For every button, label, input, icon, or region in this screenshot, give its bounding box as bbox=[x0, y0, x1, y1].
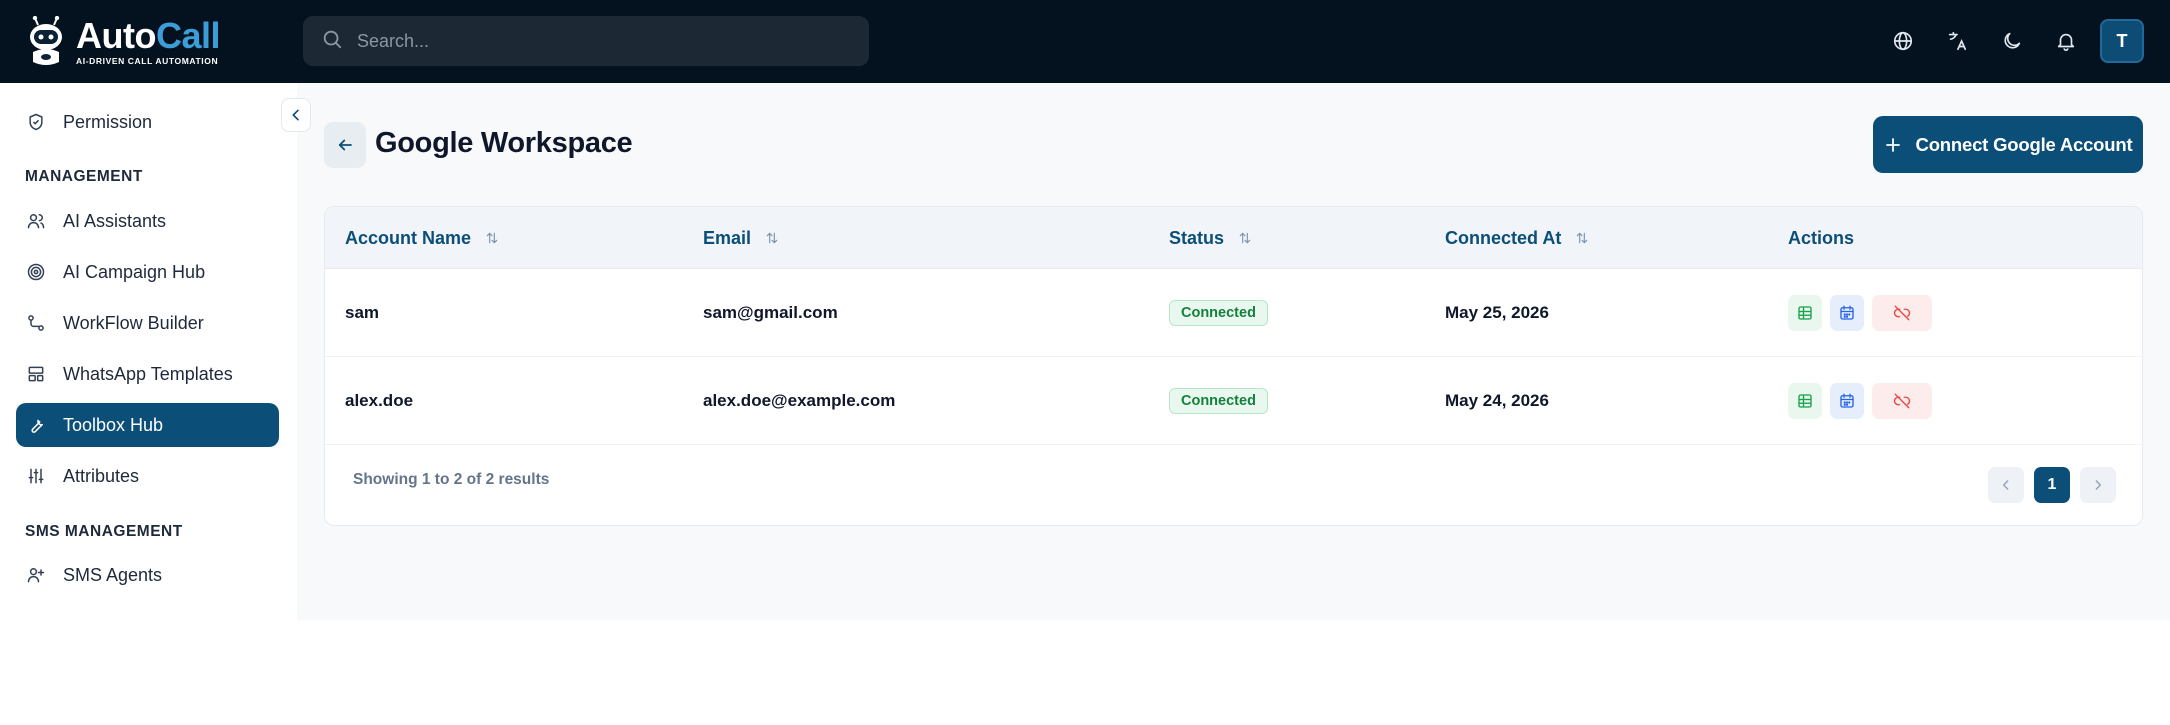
sort-icon bbox=[1239, 232, 1251, 244]
section-heading-sms-management: SMS MANAGEMENT bbox=[25, 523, 183, 540]
column-header-actions: Actions bbox=[1788, 227, 1855, 248]
email-cell: alex.doe@example.com bbox=[703, 391, 896, 410]
sidebar-item-label: Toolbox Hub bbox=[63, 414, 164, 435]
connect-google-account-button[interactable]: Connect Google Account bbox=[1873, 116, 2143, 173]
top-bar: AutoCall AI-DRIVEN CALL AUTOMATION T bbox=[0, 0, 2170, 83]
layout-icon bbox=[28, 366, 44, 382]
sidebar-item-sms-agents[interactable]: SMS Agents bbox=[16, 553, 279, 597]
chevron-left-icon bbox=[2002, 480, 2009, 490]
sidebar-collapse-button[interactable] bbox=[281, 98, 311, 132]
disconnect-button[interactable] bbox=[1872, 383, 1932, 419]
target-icon bbox=[27, 263, 45, 281]
sheets-icon bbox=[1798, 306, 1812, 320]
shield-check-icon bbox=[29, 113, 43, 131]
status-cell: Connected bbox=[1169, 269, 1268, 357]
user-avatar[interactable]: T bbox=[2100, 19, 2144, 63]
chevron-left-icon bbox=[292, 109, 299, 121]
open-sheets-button[interactable] bbox=[1788, 383, 1822, 419]
sidebar-item-label: SMS Agents bbox=[63, 564, 163, 585]
brand-name-part2: Call bbox=[155, 15, 221, 56]
sidebar-item-workflow-builder[interactable]: WorkFlow Builder bbox=[16, 301, 279, 345]
calendar-icon bbox=[1840, 305, 1854, 320]
translate-icon[interactable] bbox=[1942, 26, 1972, 56]
sidebar-item-ai-campaign-hub[interactable]: AI Campaign Hub bbox=[16, 250, 279, 294]
sort-icon bbox=[486, 232, 498, 244]
status-badge: Connected bbox=[1169, 388, 1268, 414]
sidebar-item-permission[interactable]: Permission bbox=[16, 100, 279, 144]
unlink-icon bbox=[1893, 393, 1911, 409]
sidebar-item-attributes[interactable]: Attributes bbox=[16, 454, 279, 498]
back-button[interactable] bbox=[324, 122, 366, 168]
brand-tagline: AI-DRIVEN CALL AUTOMATION bbox=[76, 56, 219, 66]
sidebar-item-label: Permission bbox=[63, 111, 153, 132]
moon-icon[interactable] bbox=[1997, 26, 2027, 56]
unlink-icon bbox=[1893, 305, 1911, 321]
app-logo[interactable]: AutoCall AI-DRIVEN CALL AUTOMATION bbox=[24, 12, 221, 72]
open-calendar-button[interactable] bbox=[1830, 295, 1864, 331]
chevron-right-icon bbox=[2095, 480, 2102, 490]
brand-name-part1: Auto bbox=[76, 15, 156, 56]
bell-icon[interactable] bbox=[2051, 26, 2081, 56]
calendar-icon bbox=[1840, 393, 1854, 408]
accounts-table-card: Account Name Email Status Connected At A… bbox=[324, 206, 2143, 526]
column-header-status[interactable]: Status bbox=[1169, 207, 1252, 269]
connected-at-cell: May 24, 2026 bbox=[1445, 391, 1549, 410]
email-cell: sam@gmail.com bbox=[703, 303, 838, 322]
disconnect-button[interactable] bbox=[1872, 295, 1932, 331]
sidebar-item-label: AI Campaign Hub bbox=[63, 261, 206, 282]
sidebar-item-label: Attributes bbox=[63, 465, 140, 486]
sidebar: Permission MANAGEMENT AI Assistants AI C… bbox=[0, 83, 297, 620]
column-header-connected-at[interactable]: Connected At bbox=[1445, 207, 1589, 269]
column-header-account-name[interactable]: Account Name bbox=[345, 207, 499, 269]
sort-icon bbox=[766, 232, 778, 244]
user-plus-icon bbox=[27, 568, 45, 583]
robot-mascot-icon bbox=[24, 15, 68, 68]
section-heading-management: MANAGEMENT bbox=[25, 168, 143, 185]
next-page-button[interactable] bbox=[2080, 467, 2116, 503]
wrench-icon bbox=[31, 419, 43, 433]
search-bar[interactable] bbox=[303, 16, 869, 66]
page-number-button[interactable]: 1 bbox=[2034, 467, 2070, 503]
connected-at-cell: May 25, 2026 bbox=[1445, 303, 1549, 322]
page-title: Google Workspace bbox=[375, 127, 633, 159]
status-badge: Connected bbox=[1169, 300, 1268, 326]
sliders-icon bbox=[28, 468, 44, 484]
connect-button-label: Connect Google Account bbox=[1915, 133, 2133, 155]
account-name-cell: alex.doe bbox=[345, 391, 414, 410]
column-header-email[interactable]: Email bbox=[703, 207, 779, 269]
arrow-left-icon bbox=[338, 139, 352, 151]
sidebar-item-toolbox-hub[interactable]: Toolbox Hub bbox=[16, 403, 279, 447]
globe-icon[interactable] bbox=[1888, 26, 1918, 56]
search-input[interactable] bbox=[357, 30, 837, 52]
sidebar-item-whatsapp-templates[interactable]: WhatsApp Templates bbox=[16, 352, 279, 396]
previous-page-button[interactable] bbox=[1988, 467, 2024, 503]
sidebar-item-label: WorkFlow Builder bbox=[63, 312, 204, 333]
plus-icon bbox=[1885, 137, 1900, 152]
open-calendar-button[interactable] bbox=[1830, 383, 1864, 419]
workflow-icon bbox=[28, 315, 44, 331]
sidebar-item-label: AI Assistants bbox=[63, 210, 167, 231]
sidebar-item-label: WhatsApp Templates bbox=[63, 363, 233, 384]
search-icon bbox=[321, 28, 343, 55]
users-icon bbox=[27, 214, 45, 229]
open-sheets-button[interactable] bbox=[1788, 295, 1822, 331]
table-row: alex.doe alex.doe@example.com Connected … bbox=[325, 357, 2142, 445]
table-row: sam sam@gmail.com Connected May 25, 2026 bbox=[325, 269, 2142, 357]
sidebar-item-ai-assistants[interactable]: AI Assistants bbox=[16, 199, 279, 243]
status-cell: Connected bbox=[1169, 357, 1268, 445]
pagination-summary: Showing 1 to 2 of 2 results bbox=[353, 471, 550, 488]
sort-icon bbox=[1577, 232, 1588, 244]
table-header: Account Name Email Status Connected At A… bbox=[325, 207, 2142, 269]
account-name-cell: sam bbox=[345, 303, 380, 322]
sheets-icon bbox=[1798, 394, 1812, 408]
